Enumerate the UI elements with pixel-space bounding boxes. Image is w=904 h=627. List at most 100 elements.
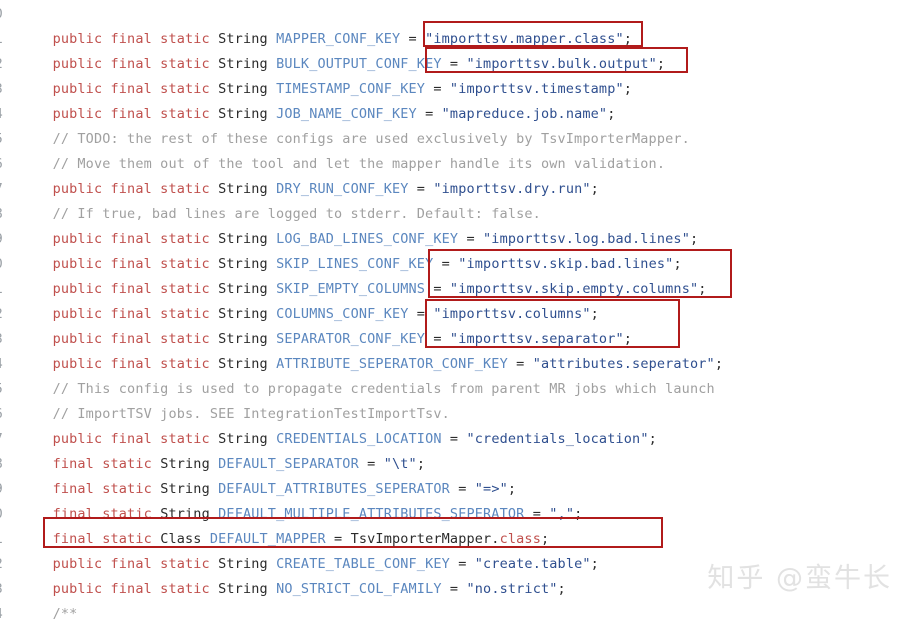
line-content: // TODO: the rest of these configs are u… (24, 127, 904, 152)
code-line[interactable]: 84 public final static String JOB_NAME_C… (0, 102, 904, 127)
token-str: "create.table" (474, 556, 591, 572)
line-number: 01 (0, 527, 24, 552)
line-content: final static Class DEFAULT_MAPPER = TsvI… (24, 527, 904, 552)
line-number: 04 (0, 602, 24, 627)
code-line[interactable]: 86 // Move them out of the tool and let … (0, 152, 904, 177)
line-content: public final static String ATTRIBUTE_SEP… (24, 352, 904, 377)
code-line[interactable]: 99 final static String DEFAULT_ATTRIBUTE… (0, 477, 904, 502)
code-line[interactable]: 00 final static String DEFAULT_MULTIPLE_… (0, 502, 904, 527)
token-ident: SEPARATOR_CONF_KEY (276, 331, 426, 347)
code-line[interactable]: 85 // TODO: the rest of these configs ar… (0, 127, 904, 152)
token-plain: = TsvImporterMapper. (325, 531, 500, 547)
code-line[interactable]: 80 (0, 2, 904, 27)
token-type: String (218, 231, 268, 247)
code-line[interactable]: 96 // ImportTSV jobs. SEE IntegrationTes… (0, 402, 904, 427)
line-number: 00 (0, 502, 24, 527)
token-str: "importtsv.timestamp" (449, 81, 624, 97)
token-cmt: // ImportTSV jobs. SEE IntegrationTestIm… (52, 406, 450, 422)
code-line[interactable]: 90 public final static String SKIP_LINES… (0, 252, 904, 277)
token-plain: = (449, 481, 475, 497)
token-ident: LOG_BAD_LINES_CONF_KEY (276, 231, 459, 247)
token-str: "importtsv.dry.run" (433, 181, 591, 197)
line-content: // Move them out of the tool and let the… (24, 152, 904, 177)
token-type: String (160, 506, 210, 522)
token-str: "\t" (383, 456, 417, 472)
code-line[interactable]: 88 // If true, bad lines are logged to s… (0, 202, 904, 227)
token-kw: final static (52, 506, 152, 522)
line-content: public final static String COLUMNS_CONF_… (24, 302, 904, 327)
token-plain: = (425, 81, 450, 97)
token-ident: DEFAULT_SEPARATOR (218, 456, 359, 472)
token-type: String (218, 281, 268, 297)
line-number: 97 (0, 427, 24, 452)
code-line[interactable]: 91 public final static String SKIP_EMPTY… (0, 277, 904, 302)
line-content: final static String DEFAULT_ATTRIBUTES_S… (24, 477, 904, 502)
code-line[interactable]: 98 final static String DEFAULT_SEPARATOR… (0, 452, 904, 477)
token-kw: public final static (52, 356, 210, 372)
token-type: String (218, 356, 268, 372)
code-line[interactable]: 89 public final static String LOG_BAD_LI… (0, 227, 904, 252)
token-kw: public final static (52, 281, 210, 297)
token-plain: ; (673, 256, 682, 272)
code-line-list: 8081 public final static String MAPPER_C… (0, 0, 904, 627)
token-cmt: // This config is used to propagate cred… (52, 381, 715, 397)
line-content: public final static String CREDENTIALS_L… (24, 427, 904, 452)
token-plain: ; (507, 481, 517, 497)
line-content: public final static String SKIP_EMPTY_CO… (24, 277, 904, 302)
token-kw: public final static (52, 181, 210, 197)
token-plain: ; (574, 506, 583, 522)
line-content: public final static String LOG_BAD_LINES… (24, 227, 904, 252)
token-ident: CREATE_TABLE_CONF_KEY (276, 556, 450, 572)
token-plain: ; (590, 306, 599, 322)
code-line[interactable]: 81 public final static String MAPPER_CON… (0, 27, 904, 52)
token-type: String (218, 106, 268, 122)
code-line[interactable]: 95 // This config is used to propagate c… (0, 377, 904, 402)
code-line[interactable]: 93 public final static String SEPARATOR_… (0, 327, 904, 352)
code-line[interactable]: 01 final static Class DEFAULT_MAPPER = T… (0, 527, 904, 552)
line-number: 92 (0, 302, 24, 327)
code-line[interactable]: 83 public final static String TIMESTAMP_… (0, 77, 904, 102)
token-type: String (218, 581, 268, 597)
token-plain: = (425, 281, 450, 297)
line-content: final static String DEFAULT_SEPARATOR = … (24, 452, 904, 477)
token-plain: = (441, 431, 467, 447)
code-line[interactable]: 82 public final static String BULK_OUTPU… (0, 52, 904, 77)
token-str: "credentials_location" (466, 431, 649, 447)
code-line[interactable]: 04 /** (0, 602, 904, 627)
line-number: 81 (0, 27, 24, 52)
token-kw: class (499, 531, 541, 547)
token-plain: ; (623, 331, 633, 347)
line-content: public final static String SKIP_LINES_CO… (24, 252, 904, 277)
token-plain: ; (590, 556, 599, 572)
token-plain: ; (714, 356, 724, 372)
token-plain: = (400, 31, 426, 47)
code-line[interactable]: 87 public final static String DRY_RUN_CO… (0, 177, 904, 202)
line-number: 80 (0, 2, 24, 27)
code-line[interactable]: 92 public final static String COLUMNS_CO… (0, 302, 904, 327)
token-kw: public final static (52, 431, 210, 447)
code-viewer[interactable]: 8081 public final static String MAPPER_C… (0, 0, 904, 622)
code-line[interactable]: 97 public final static String CREDENTIAL… (0, 427, 904, 452)
token-str: "importtsv.log.bad.lines" (483, 231, 690, 247)
code-line[interactable]: 94 public final static String ATTRIBUTE_… (0, 352, 904, 377)
line-number: 82 (0, 52, 24, 77)
